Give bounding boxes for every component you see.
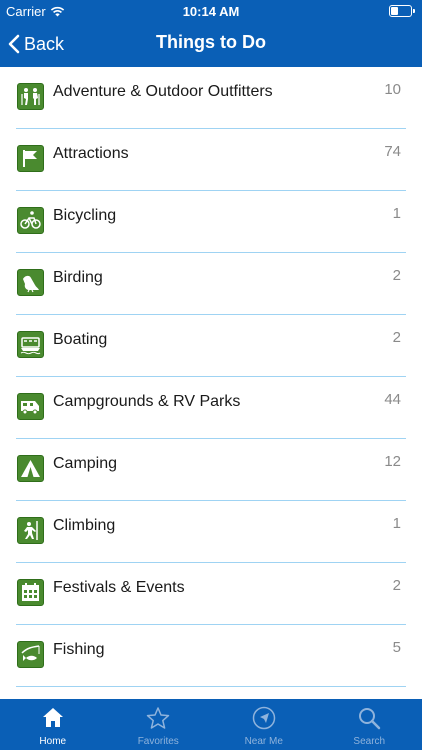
item-label: Boating [53, 331, 108, 348]
list-item[interactable]: Fishing 5 [16, 625, 406, 687]
nav-bar: Back Things to Do [0, 22, 422, 67]
tent-icon [17, 455, 44, 482]
item-count: 12 [384, 453, 401, 470]
item-count: 1 [392, 515, 401, 532]
list-item[interactable]: Campgrounds & RV Parks 44 [16, 377, 406, 439]
tab-near-me[interactable]: Near Me [211, 699, 317, 750]
bicycle-icon [17, 207, 44, 234]
item-count: 10 [384, 81, 401, 98]
flag-icon [17, 145, 44, 172]
fishing-icon [17, 641, 44, 668]
list-item[interactable]: Climbing 1 [16, 501, 406, 563]
status-bar: Carrier 10:14 AM [0, 0, 422, 22]
item-label: Adventure & Outdoor Outfitters [53, 83, 273, 100]
item-count: 5 [392, 639, 401, 656]
list-item[interactable]: Birding 2 [16, 253, 406, 315]
item-count: 2 [392, 577, 401, 594]
item-label: Camping [53, 455, 118, 472]
item-label: Attractions [53, 145, 129, 162]
tab-label: Home [39, 736, 67, 747]
item-count: 1 [392, 205, 401, 222]
item-label: Bicycling [53, 207, 117, 224]
item-count: 44 [384, 391, 401, 408]
category-list: Adventure & Outdoor Outfitters 10 Attrac… [0, 67, 422, 699]
calendar-icon [17, 579, 44, 606]
location-arrow-icon [252, 706, 275, 730]
star-icon [147, 707, 170, 729]
search-icon [359, 708, 381, 730]
tab-favorites[interactable]: Favorites [106, 699, 212, 750]
item-label: Campgrounds & RV Parks [53, 393, 241, 410]
tab-label: Near Me [244, 736, 283, 747]
list-item[interactable]: Boating 2 [16, 315, 406, 377]
tab-label: Favorites [137, 736, 179, 747]
item-count: 74 [384, 143, 401, 160]
list-item[interactable]: Camping 12 [16, 439, 406, 501]
tab-label: Search [353, 736, 386, 747]
hikers-icon [17, 83, 44, 110]
item-label: Fishing [53, 641, 105, 658]
status-time: 10:14 AM [182, 4, 240, 19]
list-item[interactable]: Attractions 74 [16, 129, 406, 191]
page-title: Things to Do [156, 32, 266, 52]
list-item[interactable]: Bicycling 1 [16, 191, 406, 253]
climber-icon [17, 517, 44, 544]
item-count: 2 [392, 329, 401, 346]
bird-icon [17, 269, 44, 296]
home-icon [42, 708, 63, 727]
list-item[interactable]: Festivals & Events 2 [16, 563, 406, 625]
tab-search[interactable]: Search [317, 699, 422, 750]
item-label: Birding [53, 269, 103, 286]
boat-icon [17, 331, 44, 358]
tab-home[interactable]: Home [0, 699, 106, 750]
item-label: Climbing [53, 517, 116, 534]
rv-icon [17, 393, 44, 420]
battery-icon [389, 5, 415, 17]
item-count: 2 [392, 267, 401, 284]
item-label: Festivals & Events [53, 579, 185, 596]
tab-bar: Home Favorites Near Me Search [0, 699, 422, 750]
app-header: Carrier 10:14 AM Back Things to Do [0, 0, 422, 67]
list-item[interactable]: Adventure & Outdoor Outfitters 10 [16, 67, 406, 129]
